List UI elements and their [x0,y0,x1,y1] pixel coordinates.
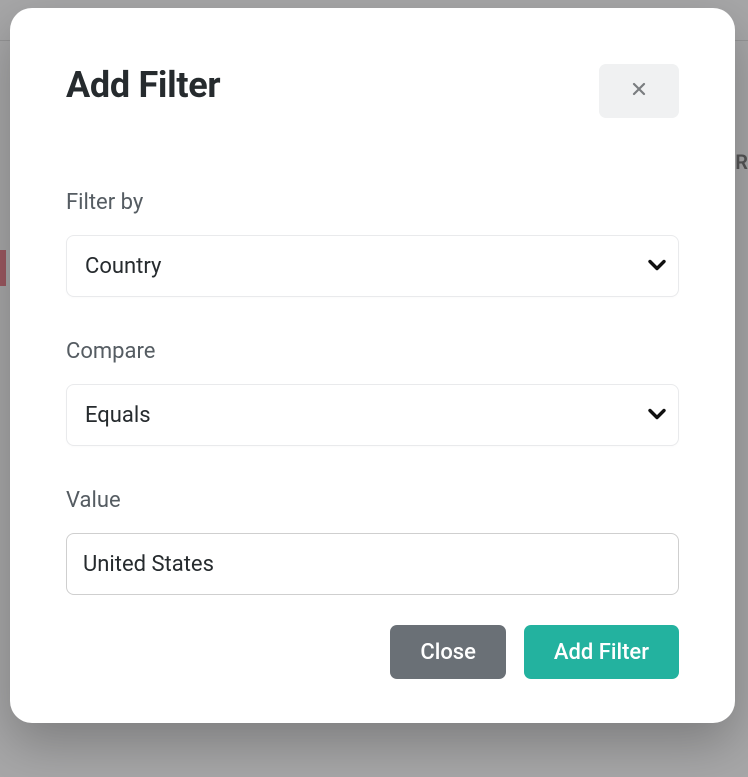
close-icon [631,81,647,101]
filter-by-label: Filter by [66,190,679,215]
compare-group: Compare Equals [66,339,679,446]
add-filter-modal: Add Filter Filter by Country Compare Equ… [10,8,735,723]
filter-by-select-wrap: Country [66,235,679,297]
compare-select-wrap: Equals [66,384,679,446]
close-button[interactable]: Close [390,625,506,679]
add-filter-button[interactable]: Add Filter [524,625,679,679]
modal-footer: Close Add Filter [66,625,679,679]
value-input[interactable] [66,533,679,595]
value-group: Value [66,488,679,595]
compare-label: Compare [66,339,679,364]
value-label: Value [66,488,679,513]
modal-title: Add Filter [66,64,220,106]
close-modal-button[interactable] [599,64,679,118]
filter-by-group: Filter by Country [66,190,679,297]
compare-select[interactable]: Equals [66,384,679,446]
filter-by-select[interactable]: Country [66,235,679,297]
modal-header: Add Filter [66,64,679,118]
